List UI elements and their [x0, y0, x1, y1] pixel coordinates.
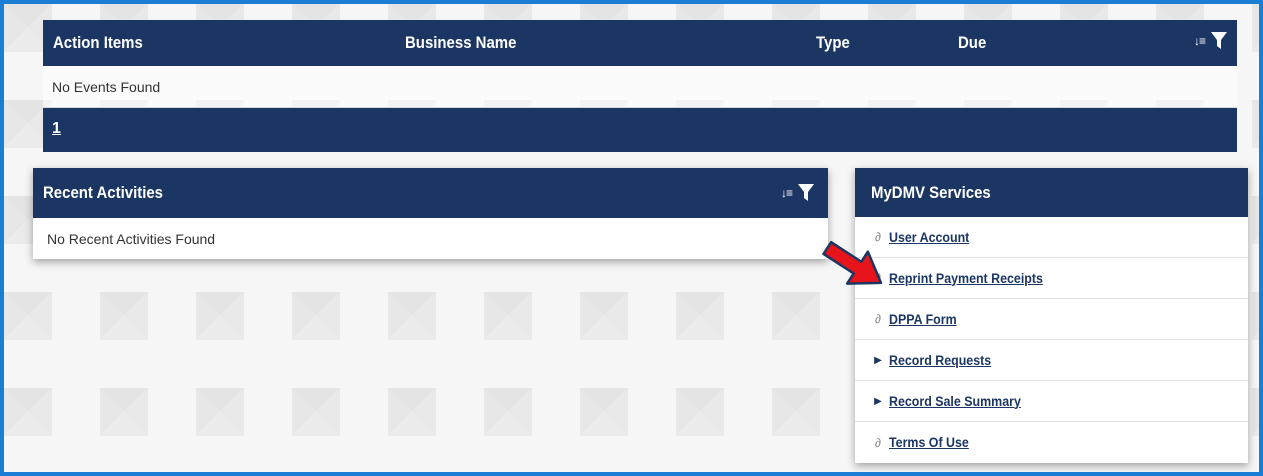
action-items-pager: 1 [43, 108, 1237, 152]
column-header-action-items[interactable]: Action Items [53, 33, 143, 53]
recent-activities-card: Recent Activities ↓≡ No Recent Activitie… [33, 168, 828, 259]
service-link-label[interactable]: Record Requests [889, 353, 991, 368]
column-header-business-name[interactable]: Business Name [405, 33, 516, 53]
service-item-terms-of-use[interactable]: ∂ Terms Of Use [855, 422, 1248, 463]
mydmv-services-header: MyDMV Services [855, 168, 1248, 217]
link-icon: ∂ [875, 435, 881, 450]
link-icon: ∂ [875, 312, 881, 326]
service-item-dppa-form[interactable]: ∂ DPPA Form [855, 299, 1248, 340]
column-header-due[interactable]: Due [958, 33, 986, 53]
action-items-empty-row: No Events Found [43, 66, 1237, 108]
service-link-label[interactable]: User Account [889, 230, 969, 245]
triangle-right-icon: ▶ [874, 395, 882, 407]
service-item-record-requests[interactable]: ▶ Record Requests [855, 340, 1248, 381]
filter-icon[interactable] [1211, 32, 1227, 50]
mydmv-services-title: MyDMV Services [871, 183, 991, 202]
service-link-label[interactable]: DPPA Form [889, 312, 957, 327]
recent-activities-header: Recent Activities ↓≡ [33, 168, 828, 218]
red-arrow-icon [822, 240, 883, 285]
triangle-right-icon: ▶ [874, 354, 882, 366]
page-link-1[interactable]: 1 [52, 120, 61, 138]
service-link-label[interactable]: Terms Of Use [889, 435, 969, 450]
service-item-user-account[interactable]: ∂ User Account [855, 217, 1248, 258]
sort-descending-icon[interactable]: ↓≡ [1194, 34, 1206, 48]
mydmv-services-card: MyDMV Services ∂ User Account ∂ Reprint … [855, 168, 1248, 463]
filter-icon[interactable] [798, 184, 814, 202]
recent-activities-title: Recent Activities [43, 183, 164, 202]
service-item-record-sale-summary[interactable]: ▶ Record Sale Summary [855, 381, 1248, 422]
service-link-label[interactable]: Reprint Payment Receipts [889, 271, 1043, 286]
sort-descending-icon[interactable]: ↓≡ [781, 186, 793, 200]
service-item-reprint-payment-receipts[interactable]: ∂ Reprint Payment Receipts [855, 258, 1248, 299]
column-header-type[interactable]: Type [816, 33, 850, 53]
mydmv-services-list: ∂ User Account ∂ Reprint Payment Receipt… [855, 217, 1248, 463]
recent-activities-empty-text: No Recent Activities Found [47, 231, 216, 247]
action-items-table-header: Action Items Business Name Type Due ↓≡ [43, 20, 1237, 66]
service-link-label[interactable]: Record Sale Summary [889, 394, 1021, 409]
